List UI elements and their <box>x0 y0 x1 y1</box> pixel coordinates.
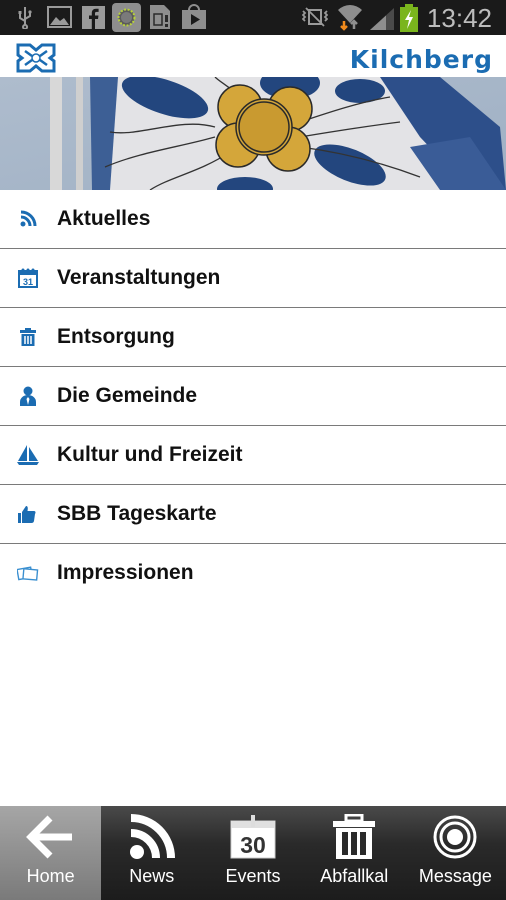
menu-item-label: Entsorgung <box>57 325 175 348</box>
menu-item-veranstaltungen[interactable]: 31 Veranstaltungen <box>0 249 506 308</box>
thumbs-up-icon <box>17 503 39 525</box>
tab-label: Events <box>225 866 281 886</box>
sailboat-icon <box>17 444 39 466</box>
tab-label: Message <box>418 866 492 886</box>
rss-icon <box>17 208 39 230</box>
usb-icon <box>17 5 33 29</box>
vibrate-mute-icon <box>302 5 328 29</box>
tab-events[interactable]: 30 Events <box>202 806 303 900</box>
kilchberg-logo-icon <box>15 42 57 79</box>
tab-home[interactable]: Home <box>0 806 102 900</box>
clock: 13:42 <box>426 3 492 33</box>
battery-charging-icon <box>400 4 418 32</box>
rss-icon <box>129 806 175 868</box>
menu-item-aktuelles[interactable]: Aktuelles <box>0 190 506 249</box>
arrow-left-icon <box>25 806 76 868</box>
menu-item-impressionen[interactable]: Impressionen <box>0 544 506 602</box>
trash-icon <box>17 326 39 348</box>
menu-item-sbb-tageskarte[interactable]: SBB Tageskarte <box>0 485 506 544</box>
menu-item-label: Aktuelles <box>57 207 151 230</box>
calendar-icon: 31 <box>17 267 39 289</box>
tab-label: Abfallkal <box>320 866 389 886</box>
photos-icon <box>17 562 39 584</box>
main-menu: Aktuelles 31 Veranstaltungen Entsorgung … <box>0 190 506 602</box>
calendar-icon: 30 <box>230 806 276 868</box>
tab-label: News <box>129 866 175 886</box>
calendar-day: 30 <box>240 832 266 858</box>
svg-text:31: 31 <box>23 277 33 287</box>
sun-app-icon <box>112 3 141 32</box>
bottom-tab-bar: Home News 30 Events Abfallkal Message <box>0 806 506 900</box>
menu-item-label: Impressionen <box>57 561 194 584</box>
tab-label: Home <box>26 866 75 886</box>
menu-item-label: Veranstaltungen <box>57 266 221 289</box>
signal-icon <box>370 7 394 31</box>
gallery-icon <box>46 5 72 29</box>
sim-card-icon <box>148 5 172 29</box>
menu-item-entsorgung[interactable]: Entsorgung <box>0 308 506 367</box>
facebook-icon <box>81 5 105 29</box>
play-store-icon <box>181 4 207 29</box>
status-bar: 13:42 <box>0 0 506 35</box>
tab-abfallkal[interactable]: Abfallkal <box>304 806 405 900</box>
banner-flag-image <box>0 77 506 190</box>
menu-item-label: Kultur und Freizeit <box>57 443 243 466</box>
menu-item-label: SBB Tageskarte <box>57 502 217 525</box>
person-icon <box>17 385 39 407</box>
menu-item-label: Die Gemeinde <box>57 384 198 407</box>
wifi-icon <box>337 3 363 31</box>
menu-item-kultur-und-freizeit[interactable]: Kultur und Freizeit <box>0 426 506 485</box>
tab-message[interactable]: Message <box>405 806 506 900</box>
trash-icon <box>332 806 376 868</box>
menu-item-die-gemeinde[interactable]: Die Gemeinde <box>0 367 506 426</box>
brand-title: Kilchberg <box>349 45 493 74</box>
tab-news[interactable]: News <box>101 806 202 900</box>
target-icon <box>432 806 478 868</box>
